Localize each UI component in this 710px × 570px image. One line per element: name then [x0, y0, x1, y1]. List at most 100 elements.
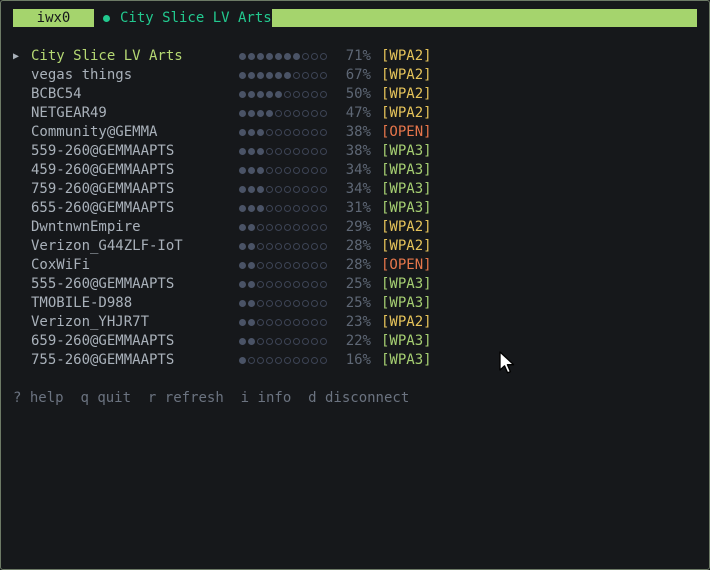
- signal-percent: 31%: [345, 200, 371, 216]
- signal-pip: [248, 53, 255, 60]
- signal-pip: [239, 243, 246, 250]
- network-row[interactable]: Community@GEMMA 38% [OPEN]: [13, 123, 533, 142]
- signal-pip: [266, 224, 273, 231]
- signal-percent: 29%: [345, 219, 371, 235]
- network-row[interactable]: Verizon_G44ZLF-IoT 28% [WPA2]: [13, 237, 533, 256]
- signal-pip: [239, 91, 246, 98]
- signal-percent: 71%: [345, 48, 371, 64]
- network-row[interactable]: 659-260@GEMMAAPTS 22% [WPA3]: [13, 332, 533, 351]
- signal-pip: [275, 338, 282, 345]
- signal-pip: [311, 300, 318, 307]
- signal-percent: 28%: [345, 257, 371, 273]
- signal-pip: [266, 357, 273, 364]
- network-ssid: NETGEAR49: [31, 105, 107, 121]
- signal-percent: 38%: [345, 124, 371, 140]
- network-row[interactable]: 655-260@GEMMAAPTS 31% [WPA3]: [13, 199, 533, 218]
- signal-pip: [239, 338, 246, 345]
- signal-percent: 34%: [345, 162, 371, 178]
- help-key: d: [308, 390, 317, 406]
- interface-name: iwx0: [13, 9, 94, 27]
- signal-pip: [293, 110, 300, 117]
- signal-pip: [302, 357, 309, 364]
- network-row[interactable]: 555-260@GEMMAAPTS 25% [WPA3]: [13, 275, 533, 294]
- signal-pip: [239, 148, 246, 155]
- signal-pip: [293, 357, 300, 364]
- signal-pip: [284, 91, 291, 98]
- network-ssid: BCBC54: [31, 86, 82, 102]
- network-row[interactable]: vegas things 67% [WPA2]: [13, 66, 533, 85]
- signal-pip: [257, 262, 264, 269]
- signal-pip: [248, 319, 255, 326]
- signal-pip: [302, 300, 309, 307]
- signal-pip: [302, 243, 309, 250]
- network-ssid: 759-260@GEMMAAPTS: [31, 181, 175, 197]
- signal-pip: [248, 72, 255, 79]
- signal-pip: [257, 357, 264, 364]
- network-row[interactable]: ▶ City Slice LV Arts 71% [WPA2]: [13, 47, 533, 66]
- signal-pip: [311, 167, 318, 174]
- network-ssid: 655-260@GEMMAAPTS: [31, 200, 175, 216]
- signal-pip: [257, 167, 264, 174]
- signal-pip: [302, 281, 309, 288]
- signal-pip: [293, 53, 300, 60]
- signal-pip: [293, 129, 300, 136]
- network-row[interactable]: TMOBILE-D988 25% [WPA3]: [13, 294, 533, 313]
- network-row[interactable]: BCBC54 50% [WPA2]: [13, 85, 533, 104]
- signal-pip: [257, 281, 264, 288]
- signal-pip: [293, 167, 300, 174]
- signal-pip: [275, 91, 282, 98]
- signal-pip: [275, 205, 282, 212]
- signal-pip: [284, 53, 291, 60]
- signal-pip: [275, 300, 282, 307]
- network-row[interactable]: CoxWiFi 28% [OPEN]: [13, 256, 533, 275]
- signal-pip: [284, 262, 291, 269]
- network-ssid: 755-260@GEMMAAPTS: [31, 352, 175, 368]
- signal-pip: [275, 224, 282, 231]
- signal-strength-icon: [239, 205, 331, 212]
- signal-pip: [248, 338, 255, 345]
- signal-pip: [311, 319, 318, 326]
- network-ssid: Verizon_YHJR7T: [31, 314, 150, 330]
- signal-pip: [320, 72, 327, 79]
- signal-percent: 25%: [345, 276, 371, 292]
- signal-pip: [239, 129, 246, 136]
- signal-pip: [320, 205, 327, 212]
- signal-pip: [248, 262, 255, 269]
- signal-pip: [302, 53, 309, 60]
- network-row[interactable]: NETGEAR49 47% [WPA2]: [13, 104, 533, 123]
- signal-pip: [284, 186, 291, 193]
- signal-pip: [266, 53, 273, 60]
- security-badge: [WPA3]: [381, 162, 432, 178]
- security-badge: [WPA2]: [381, 314, 432, 330]
- network-row[interactable]: Verizon_YHJR7T 23% [WPA2]: [13, 313, 533, 332]
- signal-pip: [248, 243, 255, 250]
- network-list: ▶ City Slice LV Arts 71% [WPA2] vegas things…: [13, 47, 533, 370]
- help-item-quit: q quit: [80, 390, 131, 406]
- network-row[interactable]: 759-260@GEMMAAPTS 34% [WPA3]: [13, 180, 533, 199]
- security-badge: [WPA2]: [381, 67, 432, 83]
- signal-pip: [275, 72, 282, 79]
- signal-pip: [284, 167, 291, 174]
- signal-strength-icon: [239, 148, 331, 155]
- signal-strength-icon: [239, 224, 331, 231]
- help-label: info: [257, 390, 292, 406]
- signal-percent: 38%: [345, 143, 371, 159]
- signal-pip: [311, 357, 318, 364]
- signal-strength-icon: [239, 129, 331, 136]
- signal-pip: [257, 205, 264, 212]
- signal-pip: [320, 91, 327, 98]
- help-item-disconnect: d disconnect: [308, 390, 409, 406]
- network-row[interactable]: 755-260@GEMMAAPTS 16% [WPA3]: [13, 351, 533, 370]
- network-row[interactable]: 559-260@GEMMAAPTS 38% [WPA3]: [13, 142, 533, 161]
- network-row[interactable]: DwntnwnEmpire 29% [WPA2]: [13, 218, 533, 237]
- help-bar: ? help q quit r refresh i info d disconn…: [13, 389, 409, 408]
- signal-pip: [293, 319, 300, 326]
- signal-pip: [284, 148, 291, 155]
- network-row[interactable]: 459-260@GEMMAAPTS 34% [WPA3]: [13, 161, 533, 180]
- signal-pip: [311, 224, 318, 231]
- connected-ssid: City Slice LV Arts: [120, 9, 272, 26]
- connected-network: City Slice LV Arts: [94, 9, 272, 27]
- security-badge: [WPA3]: [381, 295, 432, 311]
- signal-pip: [320, 357, 327, 364]
- signal-pip: [275, 319, 282, 326]
